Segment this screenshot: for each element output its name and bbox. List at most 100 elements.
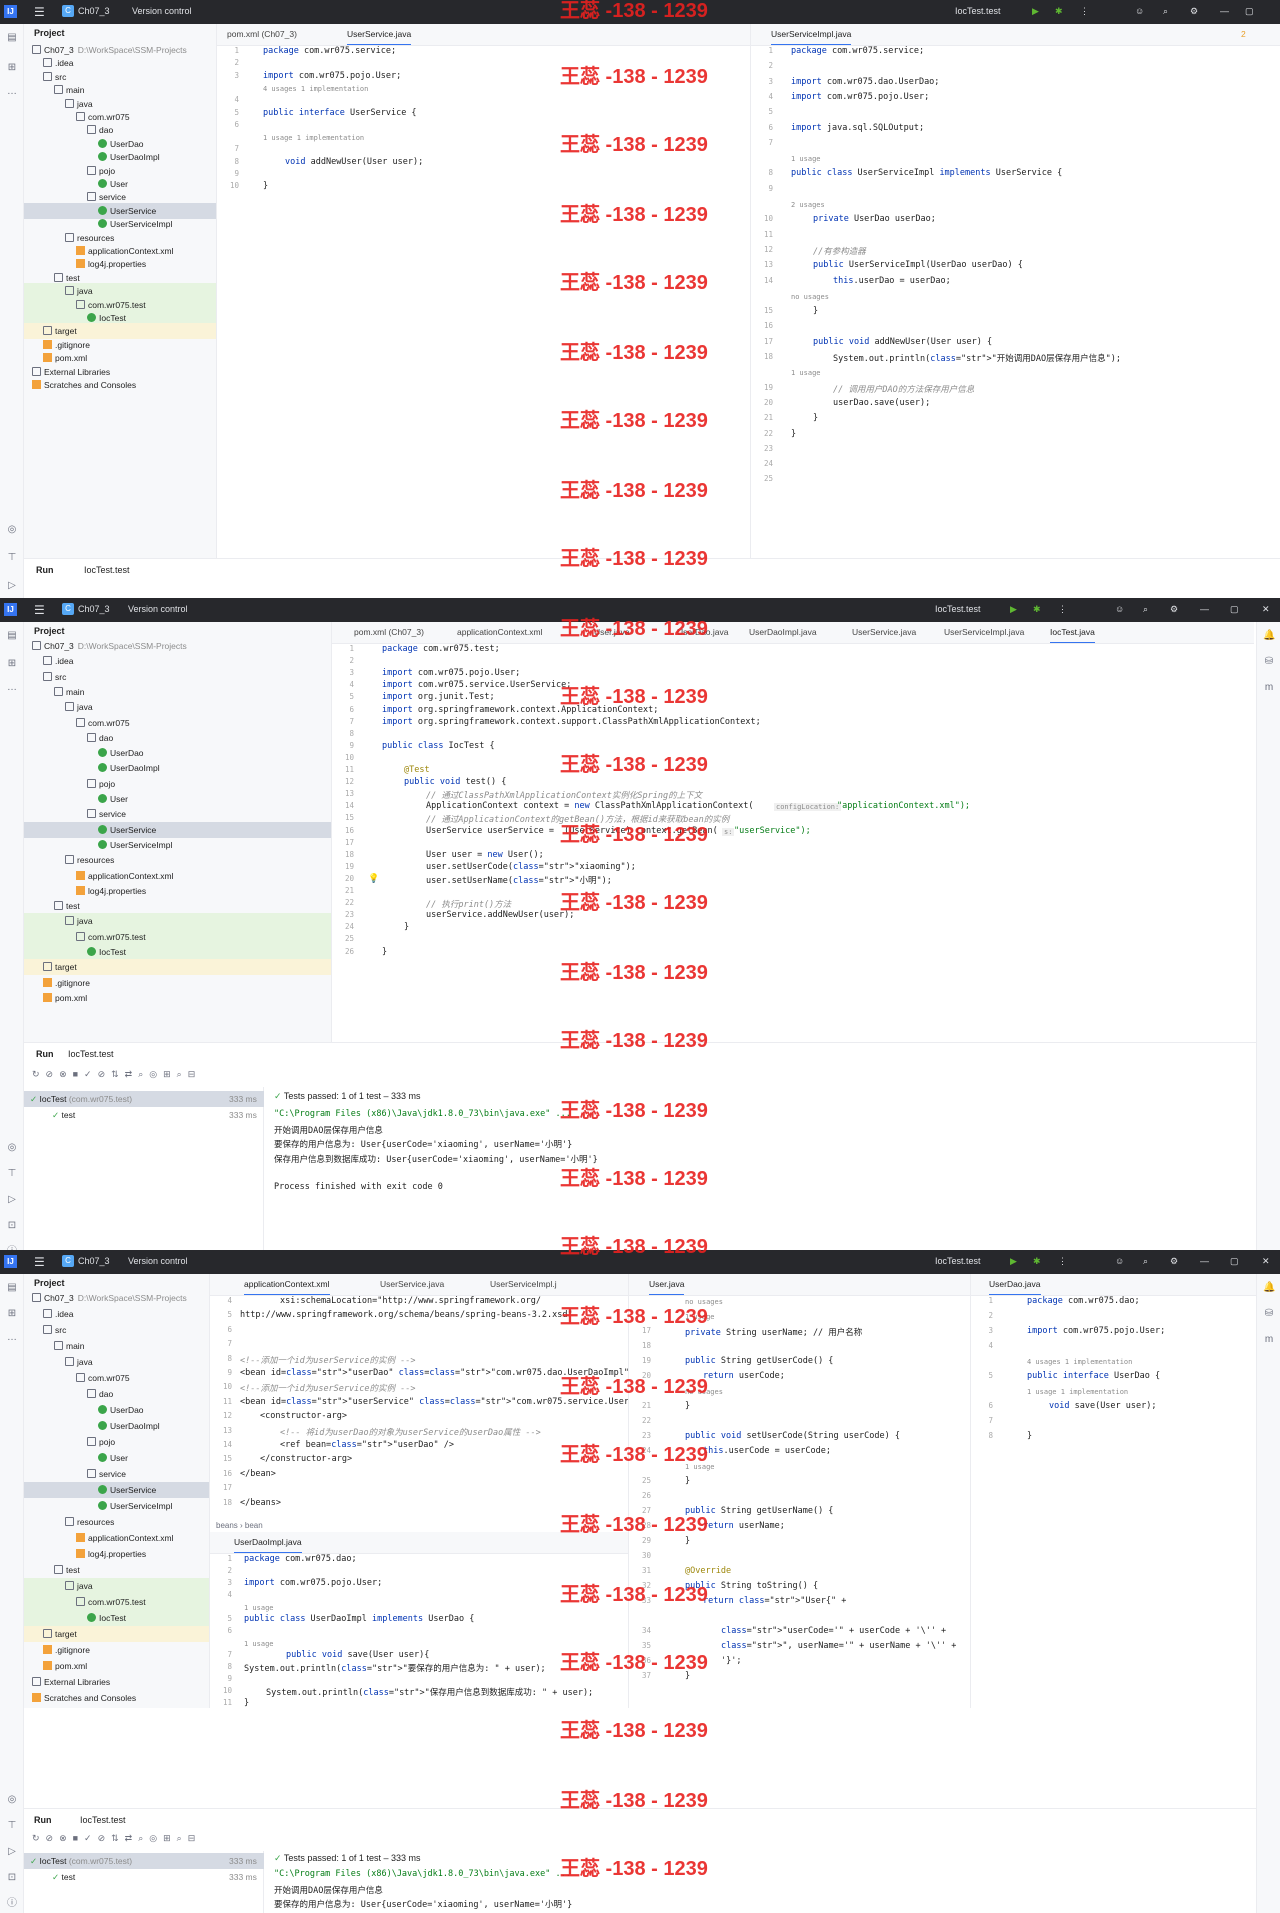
run-config-selector[interactable]: IocTest.test	[935, 604, 981, 614]
run-icon[interactable]: ▶	[1032, 6, 1039, 17]
editor-userdaoimpl[interactable]: 1234567891011121314package com.wr075.dao…	[210, 1554, 628, 1708]
minimize-icon[interactable]: —	[1200, 604, 1209, 614]
breadcrumb[interactable]: beans › bean	[216, 1521, 263, 1530]
tree-node[interactable]: java	[24, 913, 331, 930]
test-leaf-row[interactable]: ✓ test 333 ms	[24, 1107, 264, 1123]
build-tool-icon[interactable]: ⊤	[6, 552, 18, 564]
tree-node[interactable]: applicationContext.xml	[24, 868, 331, 884]
test-root-row[interactable]: ✓ IocTest (com.wr075.test) 333 ms	[24, 1091, 264, 1107]
run-tool-icon[interactable]: ▷	[6, 580, 18, 592]
test-leaf-row[interactable]: ✓ test 333 ms	[24, 1869, 264, 1885]
more-actions-icon[interactable]: ⋮	[1058, 1256, 1067, 1267]
maven-icon[interactable]: m	[1263, 1334, 1275, 1346]
run-tab-label[interactable]: Run	[34, 1815, 52, 1825]
tree-node[interactable]: Ch07_3 D:\WorkSpace\SSM-Projects	[24, 638, 331, 654]
project-switcher[interactable]: Ch07_3	[78, 1256, 110, 1266]
debug-icon[interactable]: ✱	[1033, 604, 1041, 615]
run-config-selector[interactable]: IocTest.test	[935, 1256, 981, 1266]
tab-userserviceimpl-java[interactable]: UserServiceImpl.java	[771, 29, 852, 45]
tree-node[interactable]: .gitignore	[24, 1642, 209, 1658]
tree-node[interactable]: External Libraries	[24, 1674, 209, 1690]
run-config-tab[interactable]: IocTest.test	[84, 565, 130, 575]
editor-userserviceimpl[interactable]: 1 2 3 4 5 6 7 8 9 10 11 12 13 14 15 16 17 18 19 20 21 22 23 24 2…	[751, 46, 1280, 558]
tree-node[interactable]: com.wr075.test	[24, 1594, 209, 1610]
project-view-label[interactable]: Project	[34, 626, 65, 636]
tree-node[interactable]: com.wr075	[24, 715, 331, 731]
tree-node[interactable]: UserService	[24, 1482, 209, 1498]
vcs-widget[interactable]: Version control	[128, 1256, 188, 1266]
tab-userservice-java[interactable]: UserService.java	[380, 1279, 444, 1289]
tree-node[interactable]: User	[24, 1450, 209, 1466]
project-view-label[interactable]: Project	[34, 1278, 65, 1288]
tab-pom-xml[interactable]: pom.xml (Ch07_3)	[227, 29, 297, 39]
tab-userdao-java[interactable]: UserDao.java	[989, 1279, 1041, 1295]
warning-count[interactable]: 2	[1241, 29, 1246, 39]
tree-node[interactable]: log4j.properties	[24, 883, 331, 899]
services-tool-icon[interactable]: ◎	[6, 524, 18, 536]
search-icon[interactable]: ⌕	[1143, 1256, 1148, 1267]
editor-tab[interactable]: UserDao.java	[677, 627, 729, 637]
run-icon[interactable]: ▶	[1010, 1256, 1017, 1267]
tree-node[interactable]: service	[24, 1466, 209, 1482]
tab-userserviceimpl-java[interactable]: UserServiceImpl.j	[490, 1279, 557, 1289]
tree-node[interactable]: target	[24, 1626, 209, 1642]
build-tool-icon[interactable]: ⊤	[6, 1168, 18, 1180]
tree-node[interactable]: com.wr075.test	[24, 928, 331, 945]
tree-node[interactable]: main	[24, 1338, 209, 1354]
more-tools-icon[interactable]: …	[6, 682, 18, 694]
run-tab-label[interactable]: Run	[36, 1049, 54, 1059]
tree-node[interactable]: .gitignore	[24, 975, 331, 991]
tree-node[interactable]: src	[24, 669, 331, 685]
main-menu-icon[interactable]: ☰	[34, 5, 45, 19]
maximize-icon[interactable]: ▢	[1245, 6, 1254, 17]
tree-node[interactable]: dao	[24, 1386, 209, 1402]
tree-node[interactable]: UserService	[24, 821, 331, 838]
tree-node[interactable]: test	[24, 1562, 209, 1578]
terminal-tool-icon[interactable]: ⊡	[6, 1872, 18, 1884]
maximize-icon[interactable]: ▢	[1230, 1256, 1239, 1267]
services-tool-icon[interactable]: ◎	[6, 1794, 18, 1806]
tree-node[interactable]: User	[24, 791, 331, 807]
user-icon[interactable]: ☺	[1135, 6, 1144, 16]
tree-node[interactable]: resources	[24, 1514, 209, 1530]
editor-tab[interactable]: User.java	[594, 627, 629, 637]
run-toolbar[interactable]: ↻⊘⊗■✓⊘⇅⇄⌕◎⊞⌕⊟	[32, 1833, 201, 1844]
more-tools-icon[interactable]: …	[6, 86, 18, 98]
settings-gear-icon[interactable]: ⚙	[1170, 604, 1178, 615]
maximize-icon[interactable]: ▢	[1230, 604, 1239, 615]
project-tool-icon[interactable]: ▤	[6, 630, 18, 642]
tree-node[interactable]: Scratches and Consoles	[24, 1690, 209, 1706]
more-tools-icon[interactable]: …	[6, 1332, 18, 1344]
tree-node[interactable]: src	[24, 1322, 209, 1338]
project-tool-icon[interactable]: ▤	[6, 1282, 18, 1294]
editor-tab[interactable]: UserDaoImpl.java	[749, 627, 817, 637]
structure-tool-icon[interactable]: ⊞	[6, 62, 18, 74]
problems-tool-icon[interactable]: ⓘ	[6, 1898, 18, 1910]
main-menu-icon[interactable]: ☰	[34, 603, 45, 617]
notifications-icon[interactable]: 🔔	[1263, 630, 1275, 642]
debug-icon[interactable]: ✱	[1055, 6, 1063, 17]
project-tool-icon[interactable]: ▤	[6, 32, 18, 44]
run-toolbar[interactable]: ↻⊘⊗■✓⊘⇅⇄⌕◎⊞⌕⊟	[32, 1069, 201, 1080]
project-view-label[interactable]: Project	[34, 28, 65, 38]
editor-tab[interactable]: pom.xml (Ch07_3)	[354, 627, 424, 637]
close-icon[interactable]: ✕	[1262, 604, 1270, 615]
user-icon[interactable]: ☺	[1115, 604, 1124, 614]
minimize-icon[interactable]: —	[1200, 1256, 1209, 1266]
run-icon[interactable]: ▶	[1010, 604, 1017, 615]
settings-gear-icon[interactable]: ⚙	[1170, 1256, 1178, 1267]
editor-userdao[interactable]: 1 2 3 4 5 6 7 8 package com.wr075.dao; import com…	[971, 1296, 1256, 1708]
project-switcher[interactable]: Ch07_3	[78, 604, 110, 614]
database-icon[interactable]: ⛁	[1263, 656, 1275, 668]
tree-node[interactable]: java	[24, 699, 331, 715]
tree-node[interactable]: Scratches and Consoles	[24, 377, 216, 393]
tree-node[interactable]: pom.xml	[24, 1658, 209, 1674]
run-tool-icon[interactable]: ▷	[6, 1194, 18, 1206]
test-root-row[interactable]: ✓ IocTest (com.wr075.test) 333 ms	[24, 1853, 264, 1869]
editor-applicationcontext[interactable]: 4 5 6 7 8 9 10 11 12 13 14 15 16 17 18 xsi:schemaLocati…	[210, 1296, 628, 1520]
services-tool-icon[interactable]: ◎	[6, 1142, 18, 1154]
editor-ioctest[interactable]: 1 2 3 4 5 6 7 8 9 10 11 12 13 14 15 16 17 18 19 20 21 22 23 24 2…	[332, 644, 1254, 1042]
database-icon[interactable]: ⛁	[1263, 1308, 1275, 1320]
run-config-tab[interactable]: IocTest.test	[68, 1049, 114, 1059]
editor-tab[interactable]: IocTest.java	[1050, 627, 1095, 643]
